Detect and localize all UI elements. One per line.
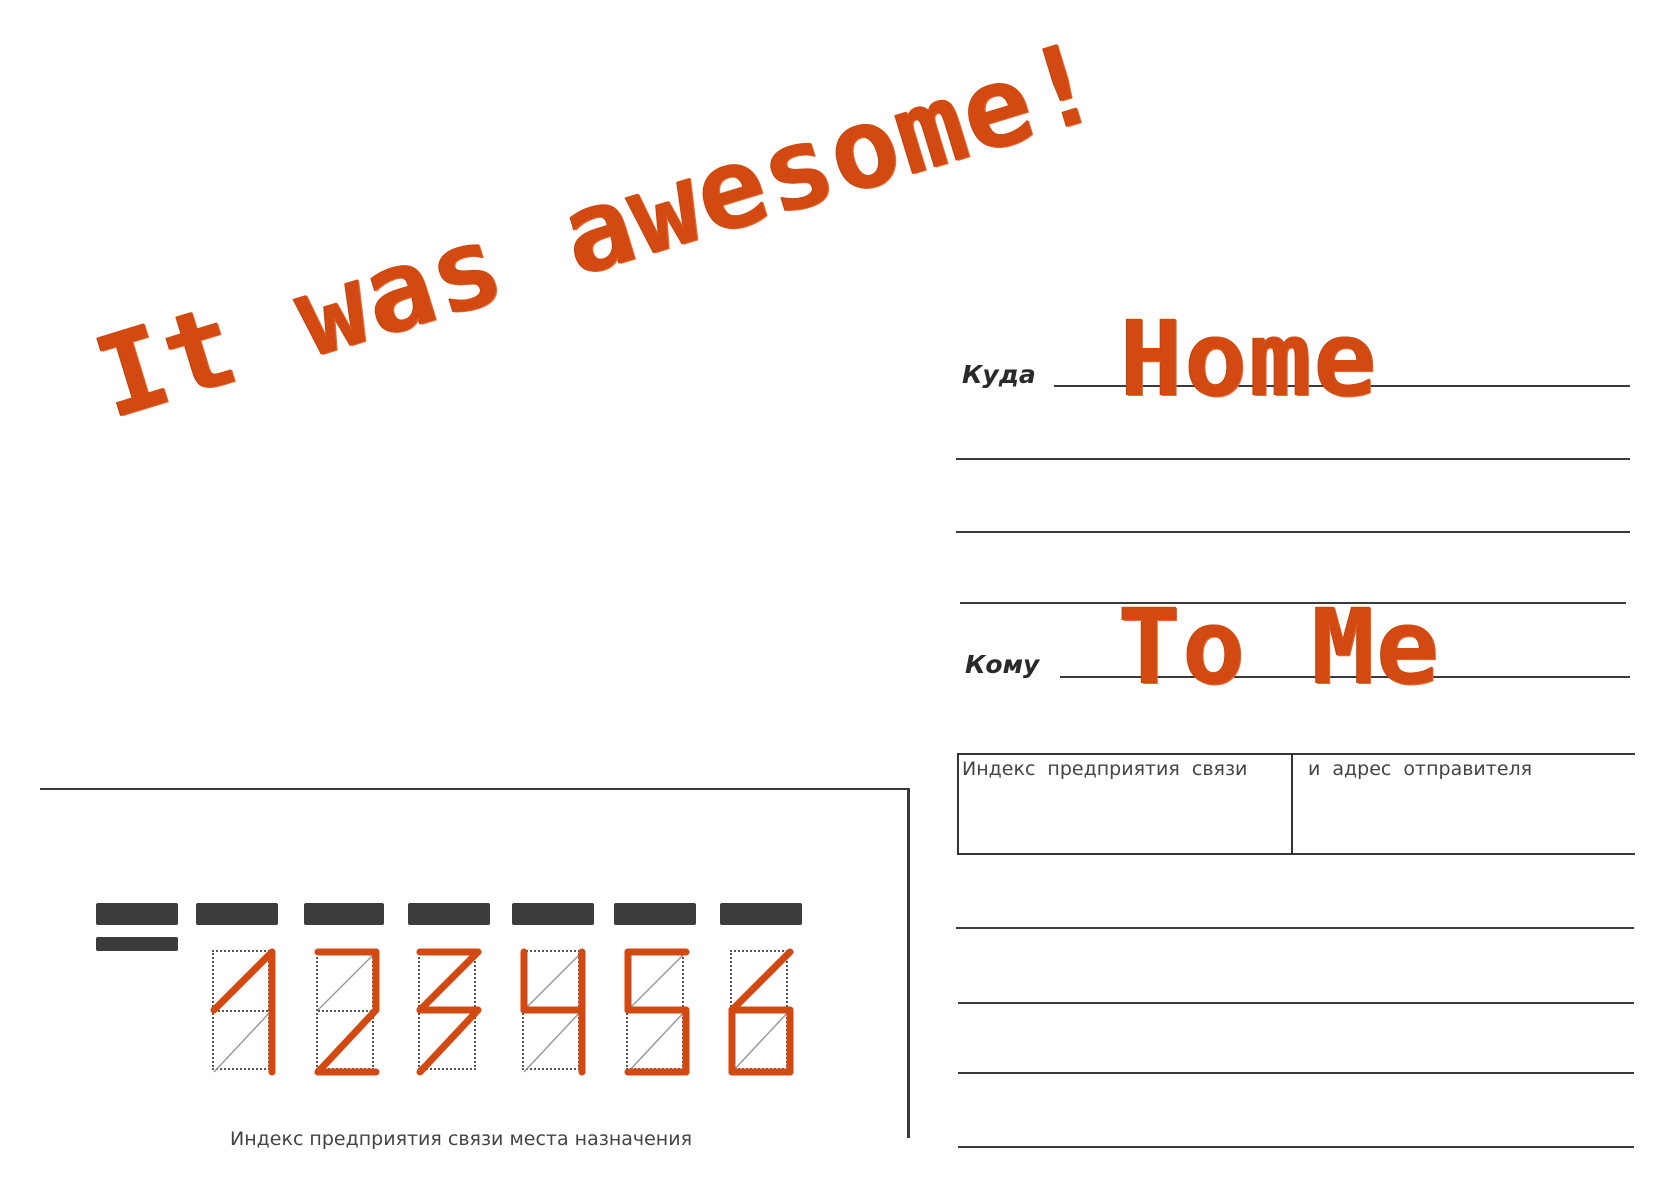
postcode-digit-cell: 1: [210, 948, 276, 1076]
postcode-digit-cell: 4: [520, 948, 586, 1076]
sender-address-label: и адрес отправителя: [1308, 758, 1533, 780]
code-bar: [408, 903, 490, 925]
code-bar: [304, 903, 384, 925]
sender-line-1: [956, 927, 1634, 929]
postcode-digit-cell: 6: [728, 948, 794, 1076]
to-whom-label: Кому: [965, 650, 1040, 679]
sender-box-bottom-line: [1293, 853, 1635, 855]
digit-stroke: [728, 948, 794, 1014]
code-bar: [614, 903, 696, 925]
sender-line-2: [958, 1002, 1634, 1004]
code-bar: [96, 903, 178, 925]
postcode-frame-top: [40, 788, 910, 790]
digit-stroke: [210, 948, 276, 1014]
code-bar: [96, 937, 178, 951]
address-line-2: [956, 458, 1630, 460]
digit-stroke: [416, 1006, 482, 1076]
to-where-label: Куда: [962, 360, 1036, 389]
address-line-3: [956, 531, 1630, 533]
postcode-frame-right: [907, 788, 910, 1138]
sender-index-label: Индекс предприятия связи: [962, 758, 1248, 780]
postcode-caption: Индекс предприятия связи места назначени…: [230, 1128, 693, 1150]
code-bar: [512, 903, 594, 925]
digit-stroke: [416, 948, 482, 1014]
postcode-digit-cell: 5: [624, 948, 690, 1076]
postcode-digit-cell: 2: [314, 948, 380, 1076]
postcode-digit-cell: 3: [416, 948, 482, 1076]
sender-box-top-line: [1293, 753, 1635, 755]
sender-line-3: [958, 1072, 1634, 1074]
to-where-value: Home: [1120, 298, 1379, 420]
code-bar: [720, 903, 802, 925]
to-whom-value: To Me: [1118, 586, 1442, 708]
message-text: It was awesome!: [82, 15, 1116, 445]
code-bar: [196, 903, 278, 925]
sender-line-4: [958, 1146, 1634, 1148]
digit-stroke: [314, 1006, 380, 1076]
